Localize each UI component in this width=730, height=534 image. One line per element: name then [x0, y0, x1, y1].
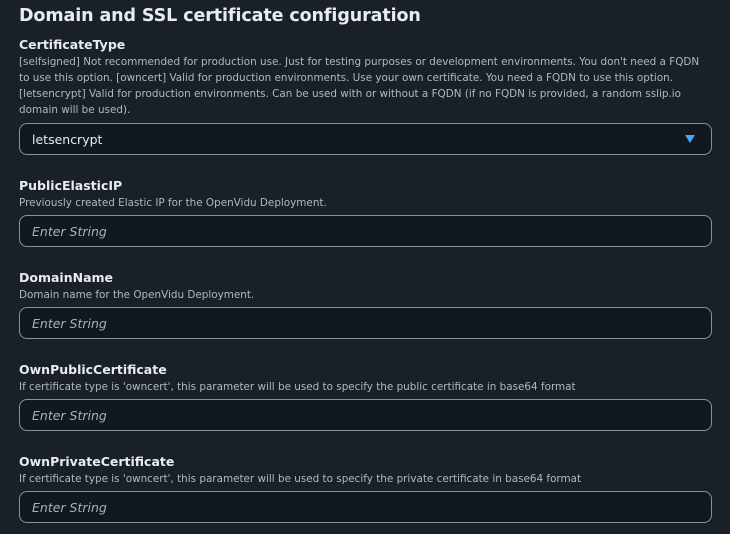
- field-label: DomainName: [19, 270, 114, 285]
- field-certificate-type: CertificateType [selfsigned] Not recomme…: [19, 37, 712, 155]
- public-elastic-ip-input[interactable]: [19, 215, 712, 247]
- field-public-elastic-ip: PublicElasticIP Previously created Elast…: [19, 178, 712, 247]
- ssl-config-panel: Domain and SSL certificate configuration…: [0, 0, 730, 534]
- field-own-private-certificate: OwnPrivateCertificate If certificate typ…: [19, 454, 712, 523]
- field-own-public-certificate: OwnPublicCertificate If certificate type…: [19, 362, 712, 431]
- field-label: PublicElasticIP: [19, 178, 123, 193]
- select-value: letsencrypt: [32, 131, 103, 147]
- section-title: Domain and SSL certificate configuration: [19, 6, 421, 26]
- field-domain-name: DomainName Domain name for the OpenVidu …: [19, 270, 712, 339]
- own-public-certificate-input[interactable]: [19, 399, 712, 431]
- field-description: If certificate type is 'owncert', this p…: [19, 473, 582, 485]
- field-description: Domain name for the OpenVidu Deployment.: [19, 289, 255, 301]
- domain-name-input[interactable]: [19, 307, 712, 339]
- field-label: OwnPrivateCertificate: [19, 454, 175, 469]
- caret-down-icon: [685, 135, 695, 143]
- field-label: CertificateType: [19, 37, 126, 52]
- certificate-type-select[interactable]: letsencrypt: [19, 123, 712, 155]
- field-description: If certificate type is 'owncert', this p…: [19, 381, 576, 393]
- field-description: Previously created Elastic IP for the Op…: [19, 197, 327, 209]
- own-private-certificate-input[interactable]: [19, 491, 712, 523]
- field-description: [selfsigned] Not recommended for product…: [19, 56, 700, 116]
- field-label: OwnPublicCertificate: [19, 362, 167, 377]
